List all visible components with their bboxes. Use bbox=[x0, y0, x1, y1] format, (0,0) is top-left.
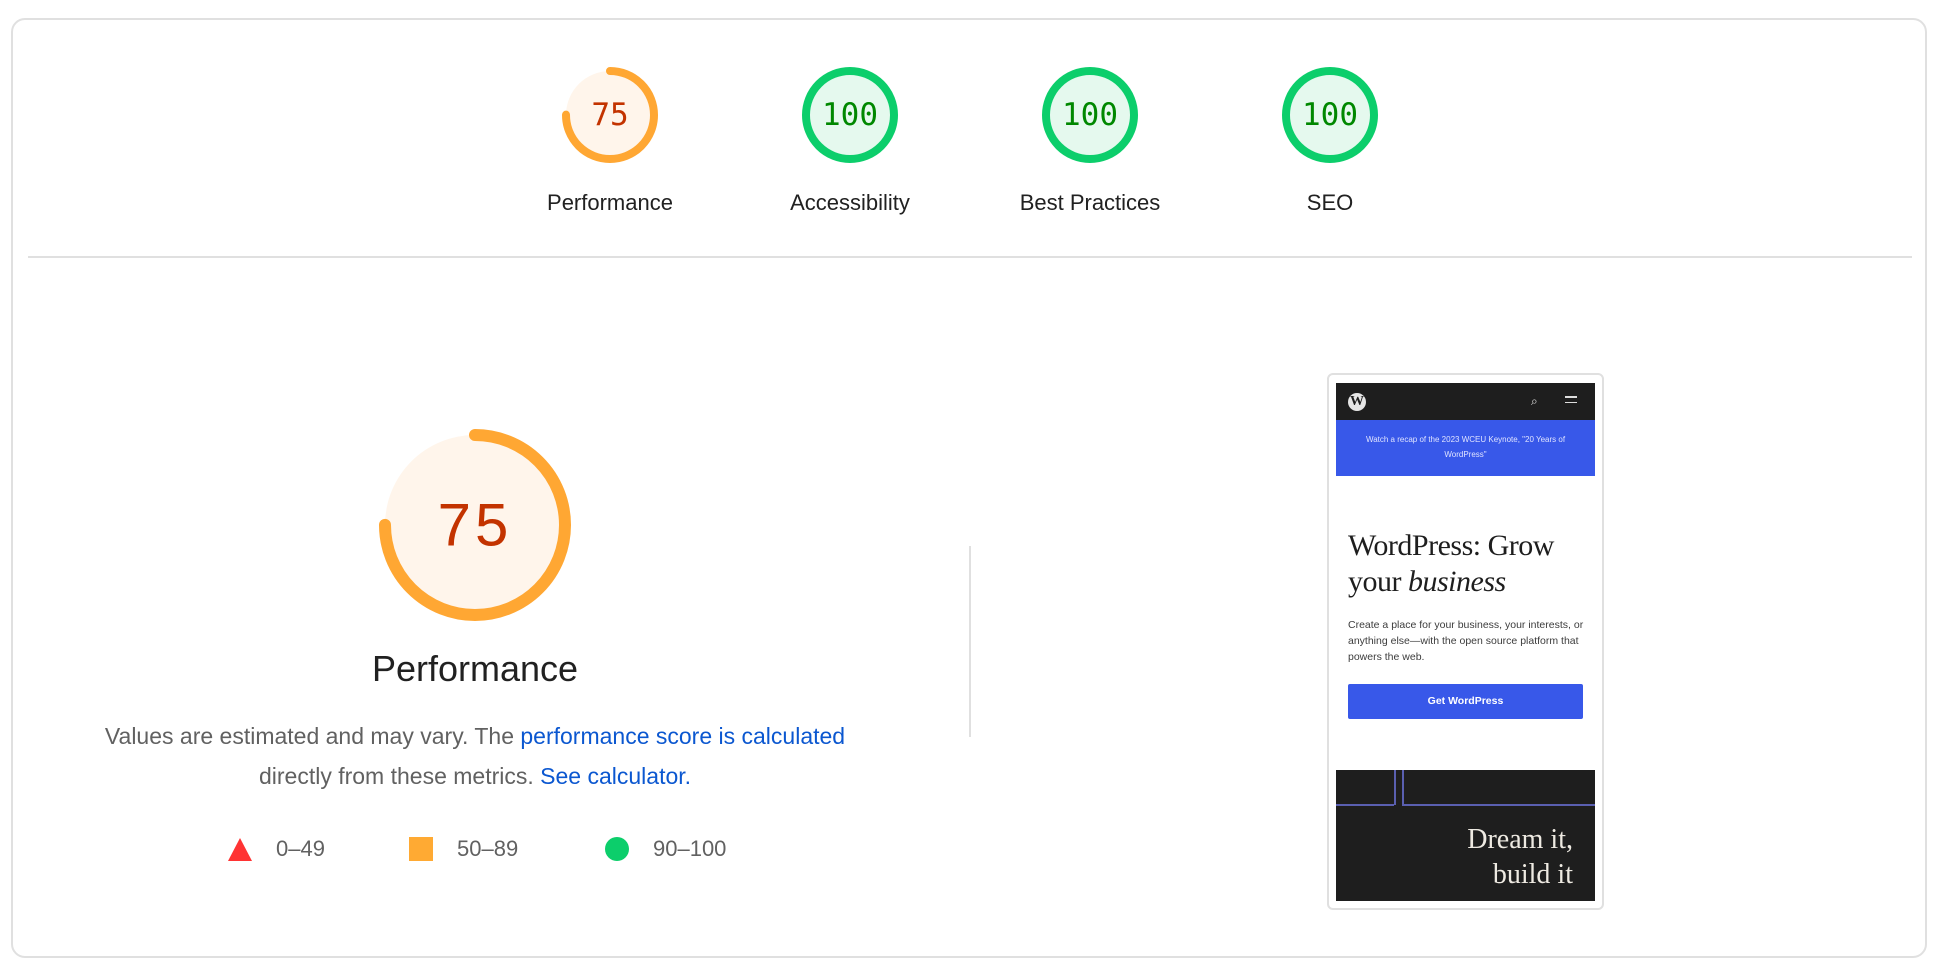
gauge-score: 75 bbox=[438, 492, 513, 559]
gauge-score: 100 bbox=[1302, 97, 1358, 133]
screenshot-banner: Watch a recap of the 2023 WCEU Keynote, … bbox=[1336, 420, 1595, 476]
screenshot-headline: WordPress: Grow your business bbox=[1348, 528, 1588, 600]
gauge-performance[interactable]: 75 Performance bbox=[530, 67, 690, 215]
gauge-group: 75 bbox=[379, 429, 571, 621]
outline-line bbox=[1402, 804, 1595, 806]
outline-line bbox=[1402, 770, 1404, 805]
score-calculation-link[interactable]: performance score is calculated bbox=[520, 723, 845, 749]
average-square-icon bbox=[409, 837, 433, 861]
screenshot-body-text: Create a place for your business, your i… bbox=[1348, 619, 1584, 663]
tagline-line: Dream it, bbox=[1467, 824, 1573, 855]
gauge-label: Best Practices bbox=[1019, 190, 1161, 215]
gauge-score: 100 bbox=[822, 97, 878, 133]
see-calculator-link[interactable]: See calculator. bbox=[540, 763, 691, 789]
hamburger-menu-icon bbox=[1565, 396, 1577, 406]
gauge-ring: 100 bbox=[1282, 67, 1378, 163]
gauge-seo[interactable]: 100 SEO bbox=[1250, 67, 1410, 215]
screenshot-cta-button: Get WordPress bbox=[1348, 684, 1583, 719]
fail-triangle-icon bbox=[228, 837, 252, 861]
wordpress-logo-icon: W bbox=[1348, 393, 1366, 411]
description-text: Values are estimated and may vary. The bbox=[104, 723, 521, 749]
description-text: directly from these metrics. bbox=[258, 763, 541, 789]
performance-title: Performance bbox=[371, 648, 579, 689]
report-card bbox=[11, 18, 1927, 958]
outline-line bbox=[1336, 804, 1394, 806]
gauge-label: Performance bbox=[547, 190, 673, 215]
gauge-label: SEO bbox=[1306, 190, 1354, 215]
legend-item-fail: 0–49 bbox=[228, 834, 325, 864]
pass-circle-icon bbox=[605, 837, 629, 861]
legend-item-average: 50–89 bbox=[409, 834, 518, 864]
headline-italic: business bbox=[1408, 565, 1506, 598]
tagline-line: build it bbox=[1492, 859, 1573, 890]
gauge-ring: 100 bbox=[802, 67, 898, 163]
legend-range: 90–100 bbox=[653, 836, 727, 861]
screenshot-dark-section: Dream it, build it bbox=[1336, 770, 1595, 901]
legend-range: 0–49 bbox=[276, 836, 325, 861]
gauge-accessibility[interactable]: 100 Accessibility bbox=[770, 67, 930, 215]
gauge-best-practices[interactable]: 100 Best Practices bbox=[1010, 67, 1170, 215]
gauge-score: 100 bbox=[1062, 97, 1118, 133]
search-icon: ⌕ bbox=[1531, 394, 1538, 408]
gauge-score: 75 bbox=[591, 97, 628, 133]
gauge-ring: 75 bbox=[562, 67, 658, 163]
legend-item-pass: 90–100 bbox=[605, 834, 726, 864]
outline-line bbox=[1394, 770, 1396, 805]
gauge-ring: 100 bbox=[1042, 67, 1138, 163]
gauge-label: Accessibility bbox=[790, 190, 910, 215]
performance-description: Values are estimated and may vary. The p… bbox=[70, 716, 880, 796]
screenshot-tagline: Dream it, build it bbox=[1467, 822, 1573, 892]
legend-range: 50–89 bbox=[457, 836, 519, 861]
performance-gauge: 75 bbox=[379, 429, 571, 621]
vertical-divider bbox=[969, 546, 971, 737]
screenshot-header: W ⌕ bbox=[1336, 383, 1595, 420]
section-divider bbox=[28, 256, 1912, 258]
page-screenshot[interactable]: W ⌕ Watch a recap of the 2023 WCEU Keyno… bbox=[1336, 383, 1595, 901]
